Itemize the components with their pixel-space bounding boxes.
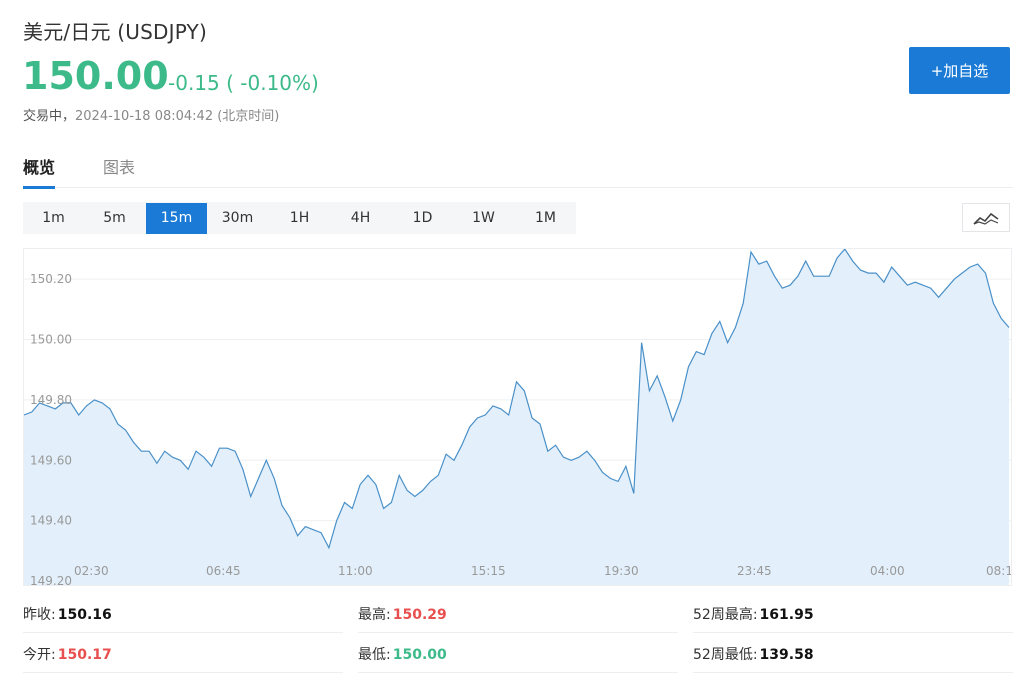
- x-tick-label: 08:1: [986, 564, 1012, 578]
- x-tick-label: 11:00: [338, 564, 373, 578]
- stat-open: 今开: 150.17: [23, 647, 112, 663]
- x-tick-label: 06:45: [206, 564, 241, 578]
- interval-1m[interactable]: 1m: [23, 203, 84, 234]
- add-to-watchlist-button[interactable]: +加自选: [909, 47, 1010, 94]
- y-tick-label: 150.00: [30, 333, 72, 347]
- y-tick-label: 149.60: [30, 453, 72, 467]
- page-title: 美元/日元 (USDJPY): [23, 20, 207, 44]
- price-chart-svg: 149.20 149.40 149.60 149.80 150.00 150.20 02:3…: [24, 249, 1012, 586]
- stat-prev-close: 昨收: 150.16: [23, 607, 112, 623]
- status-label: 交易中，: [23, 109, 76, 124]
- x-tick-label: 23:45: [737, 564, 772, 578]
- divider: [693, 672, 1013, 673]
- price-area: [24, 249, 1009, 585]
- x-tick-label: 02:30: [74, 564, 109, 578]
- divider: [358, 672, 678, 673]
- stat-52w-high: 52周最高: 161.95: [693, 607, 814, 623]
- divider: [693, 632, 1013, 633]
- stat-high: 最高: 150.29: [358, 607, 447, 623]
- tab-overview[interactable]: 概览: [23, 154, 56, 189]
- interval-1w[interactable]: 1W: [453, 203, 514, 234]
- interval-1d[interactable]: 1D: [392, 203, 453, 234]
- x-tick-label: 15:15: [471, 564, 506, 578]
- x-tick-label: 04:00: [870, 564, 905, 578]
- tab-chart[interactable]: 图表: [103, 154, 135, 188]
- x-tick-label: 19:30: [604, 564, 639, 578]
- stats-row-1: 昨收: 150.16 最高: 150.29 52周最高: 161.95: [23, 596, 1013, 636]
- timezone-label: (北京时间): [217, 109, 280, 124]
- tab-bar: 概览 图表: [23, 150, 1013, 189]
- y-tick-label: 149.20: [30, 574, 72, 586]
- interval-4h[interactable]: 4H: [330, 203, 391, 234]
- trading-status: 交易中，2024-10-18 08:04:42 (北京时间): [23, 105, 279, 124]
- stat-low: 最低: 150.00: [358, 647, 447, 663]
- interval-1month[interactable]: 1M: [515, 203, 576, 234]
- chart-type-button[interactable]: [962, 203, 1010, 232]
- stat-52w-low: 52周最低: 139.58: [693, 647, 814, 663]
- timestamp: 2024-10-18 08:04:42: [75, 109, 214, 124]
- stats-row-2: 今开: 150.17 最低: 150.00 52周最低: 139.58: [23, 636, 1013, 676]
- y-tick-label: 149.40: [30, 514, 72, 528]
- current-price: 150.00: [22, 54, 169, 98]
- y-tick-label: 150.20: [30, 272, 72, 286]
- interval-5m[interactable]: 5m: [84, 203, 145, 234]
- interval-selector: 1m 5m 15m 30m 1H 4H 1D 1W 1M: [23, 202, 576, 234]
- divider: [23, 672, 343, 673]
- interval-30m[interactable]: 30m: [207, 203, 268, 234]
- divider: [23, 632, 343, 633]
- price-chart[interactable]: 149.20 149.40 149.60 149.80 150.00 150.20 02:3…: [23, 248, 1012, 586]
- divider: [358, 632, 678, 633]
- interval-15m[interactable]: 15m: [146, 203, 207, 234]
- price-change: -0.15 ( -0.10%): [168, 71, 319, 95]
- interval-1h[interactable]: 1H: [269, 203, 330, 234]
- y-tick-label: 149.80: [30, 393, 72, 407]
- line-chart-icon: [973, 212, 999, 225]
